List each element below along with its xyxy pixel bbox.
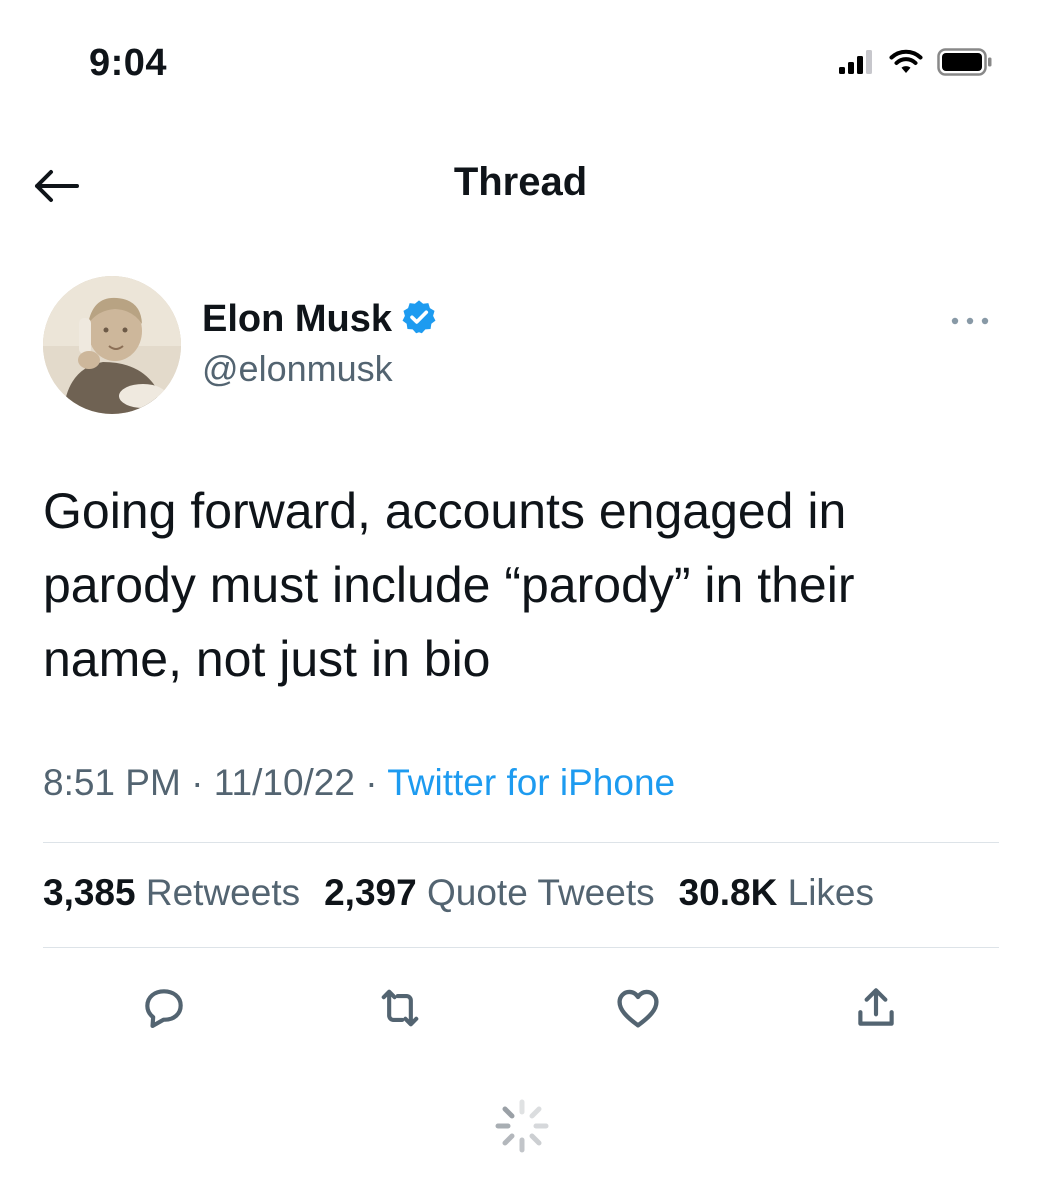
share-icon xyxy=(858,988,894,1026)
reply-icon xyxy=(145,989,183,1028)
like-button[interactable] xyxy=(608,978,668,1038)
verified-badge-icon xyxy=(400,298,438,341)
retweet-button[interactable] xyxy=(370,978,430,1038)
likes-stat[interactable]: 30.8K Likes xyxy=(679,872,874,914)
tweet-text: Going forward, accounts engaged in parod… xyxy=(43,474,1003,696)
more-icon xyxy=(951,317,989,325)
more-options-button[interactable] xyxy=(945,306,995,336)
quote-tweets-label: Quote Tweets xyxy=(426,872,655,913)
tweet-thread-screen: 9:04 Thread Elon Musk @elonmusk Going fo… xyxy=(0,0,1041,1200)
tweet-date[interactable]: 11/10/22 xyxy=(214,762,355,803)
retweets-label: Retweets xyxy=(145,872,301,913)
avatar[interactable] xyxy=(43,276,181,414)
author-name-row[interactable]: Elon Musk xyxy=(202,298,438,341)
battery-icon xyxy=(937,48,993,81)
status-time: 9:04 xyxy=(89,42,168,84)
tweet-text-line: name, not just in bio xyxy=(43,631,491,687)
reply-button[interactable] xyxy=(134,978,194,1038)
likes-label: Likes xyxy=(787,872,875,913)
tweet-time[interactable]: 8:51 PM xyxy=(43,762,181,803)
author-handle[interactable]: @elonmusk xyxy=(202,348,393,390)
retweet-icon xyxy=(381,989,419,1027)
tweet-source-link[interactable]: Twitter for iPhone xyxy=(387,762,675,803)
meta-separator: · xyxy=(191,762,204,803)
share-button[interactable] xyxy=(846,978,906,1038)
retweets-stat[interactable]: 3,385 Retweets xyxy=(43,872,300,914)
wifi-icon xyxy=(889,49,923,80)
loading-spinner-icon xyxy=(492,1096,552,1156)
signal-icon xyxy=(839,50,875,79)
divider xyxy=(43,947,999,948)
divider xyxy=(43,842,999,843)
status-icons xyxy=(839,48,993,81)
tweet-text-line: parody must include “parody” in their xyxy=(43,557,855,613)
page-title: Thread xyxy=(453,160,588,204)
tweet-stats: 3,385 Retweets 2,397 Quote Tweets 30.8K … xyxy=(43,872,874,914)
quote-tweets-count: 2,397 xyxy=(324,872,417,913)
quote-tweets-stat[interactable]: 2,397 Quote Tweets xyxy=(324,872,655,914)
author-name[interactable]: Elon Musk xyxy=(202,298,392,341)
likes-count: 30.8K xyxy=(678,872,778,913)
tweet-meta: 8:51 PM · 11/10/22 · Twitter for iPhone xyxy=(43,762,675,804)
meta-separator: · xyxy=(365,762,378,803)
like-icon xyxy=(617,989,659,1028)
tweet-text-line: Going forward, accounts engaged in xyxy=(43,483,847,539)
retweets-count: 3,385 xyxy=(43,872,136,913)
